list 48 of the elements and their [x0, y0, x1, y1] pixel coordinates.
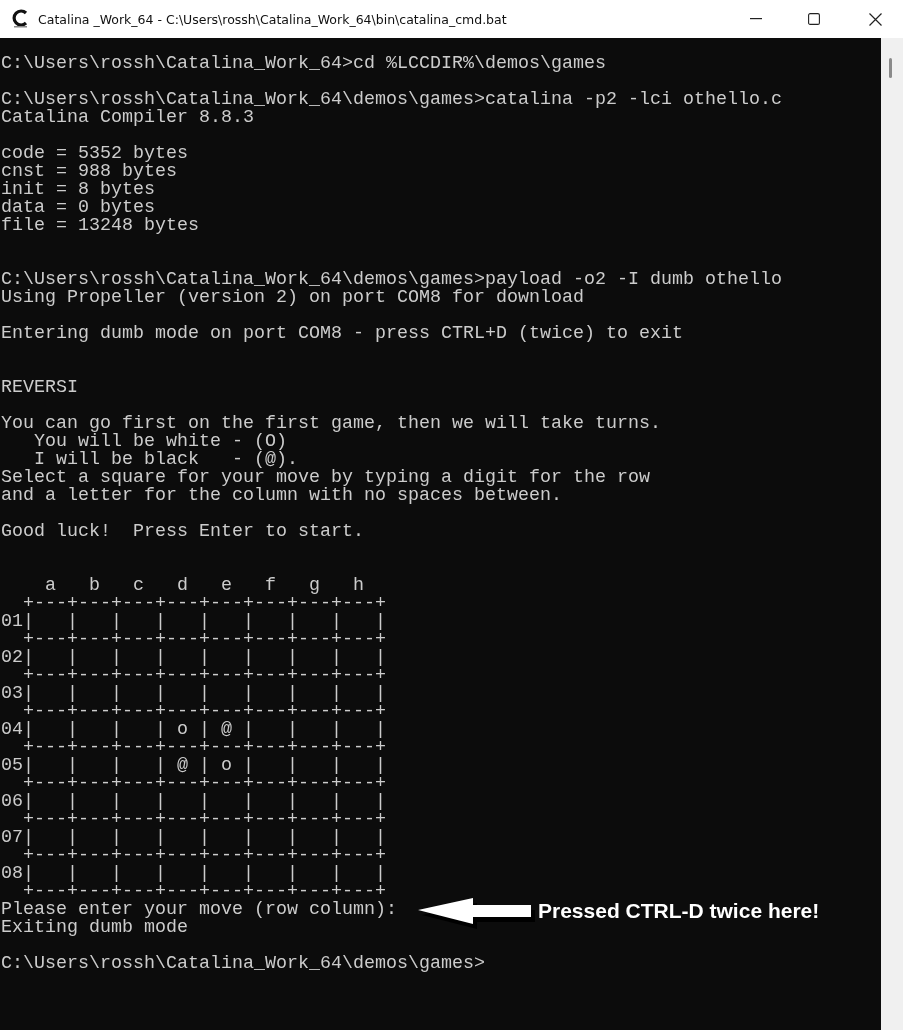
console-line: C:\Users\rossh\Catalina_Work_64\demos\games>catalina -p2 -lci othello.c [1, 91, 782, 109]
console-line: and a letter for the column with no spaces between. [1, 487, 562, 505]
console-line: Entering dumb mode on port COM8 - press CTRL+D (twice) to exit [1, 325, 683, 343]
console-line: I will be black - (@). [34, 451, 298, 469]
console-line: +---+---+---+---+---+---+---+---+ [23, 811, 386, 829]
console-line: +---+---+---+---+---+---+---+---+ [23, 739, 386, 757]
console-line: 08| | | | | | | | | [1, 865, 386, 883]
annotation-text: Pressed CTRL-D twice here! [538, 898, 820, 924]
console-line: +---+---+---+---+---+---+---+---+ [23, 631, 386, 649]
console-line: +---+---+---+---+---+---+---+---+ [23, 595, 386, 613]
console-line: +---+---+---+---+---+---+---+---+ [23, 703, 386, 721]
console-line: cnst = 988 bytes [1, 163, 177, 181]
console-line: +---+---+---+---+---+---+---+---+ [23, 667, 386, 685]
console-line: init = 8 bytes [1, 181, 155, 199]
console-line: +---+---+---+---+---+---+---+---+ [23, 883, 386, 901]
console-line: C:\Users\rossh\Catalina_Work_64\demos\games>payload -o2 -I dumb othello [1, 271, 782, 289]
console-line: code = 5352 bytes [1, 145, 188, 163]
console-line: Using Propeller (version 2) on port COM8 for download [1, 289, 584, 307]
console-line: REVERSI [1, 379, 78, 397]
close-icon[interactable] [869, 12, 882, 26]
arrow-icon [417, 897, 533, 927]
console-line: 04| | | | o | @ | | | | [1, 721, 386, 739]
console-line: 03| | | | | | | | | [1, 685, 386, 703]
console-line: C:\Users\rossh\Catalina_Work_64\demos\games> [1, 955, 485, 973]
console-line: file = 13248 bytes [1, 217, 199, 235]
console-line: Catalina Compiler 8.8.3 [1, 109, 254, 127]
console-line: a b c d e f g h [44, 577, 364, 595]
console-line: 07| | | | | | | | | [1, 829, 386, 847]
console-line: Exiting dumb mode [1, 919, 188, 937]
console-line: Select a square for your move by typing a digit for the row [1, 469, 650, 487]
minimize-icon[interactable] [750, 18, 762, 20]
scrollbar-thumb[interactable] [889, 58, 892, 78]
console-line: 05| | | | @ | o | | | | [1, 757, 386, 775]
console-line: +---+---+---+---+---+---+---+---+ [23, 775, 386, 793]
console-line: 06| | | | | | | | | [1, 793, 386, 811]
console-line: +---+---+---+---+---+---+---+---+ [23, 847, 386, 865]
console-line: C:\Users\rossh\Catalina_Work_64>cd %LCCDIR%\demos\games [1, 55, 606, 73]
console-line: 02| | | | | | | | | [1, 649, 386, 667]
console-line: Please enter your move (row column): [1, 901, 397, 919]
scrollbar[interactable] [881, 38, 903, 1030]
console-line: data = 0 bytes [1, 199, 155, 217]
console-line: You will be white - (O) [33, 433, 287, 451]
console-line: 01| | | | | | | | | [1, 613, 386, 631]
window-title: Catalina _Work_64 - C:\Users\rossh\Catalina_Work_64\bin\catalina_cmd.bat [38, 11, 507, 27]
console-line: You can go first on the first game, then we will take turns. [1, 415, 661, 433]
console-line: Good luck! Press Enter to start. [1, 523, 364, 541]
app-icon [12, 9, 30, 29]
maximize-icon[interactable] [808, 13, 820, 25]
